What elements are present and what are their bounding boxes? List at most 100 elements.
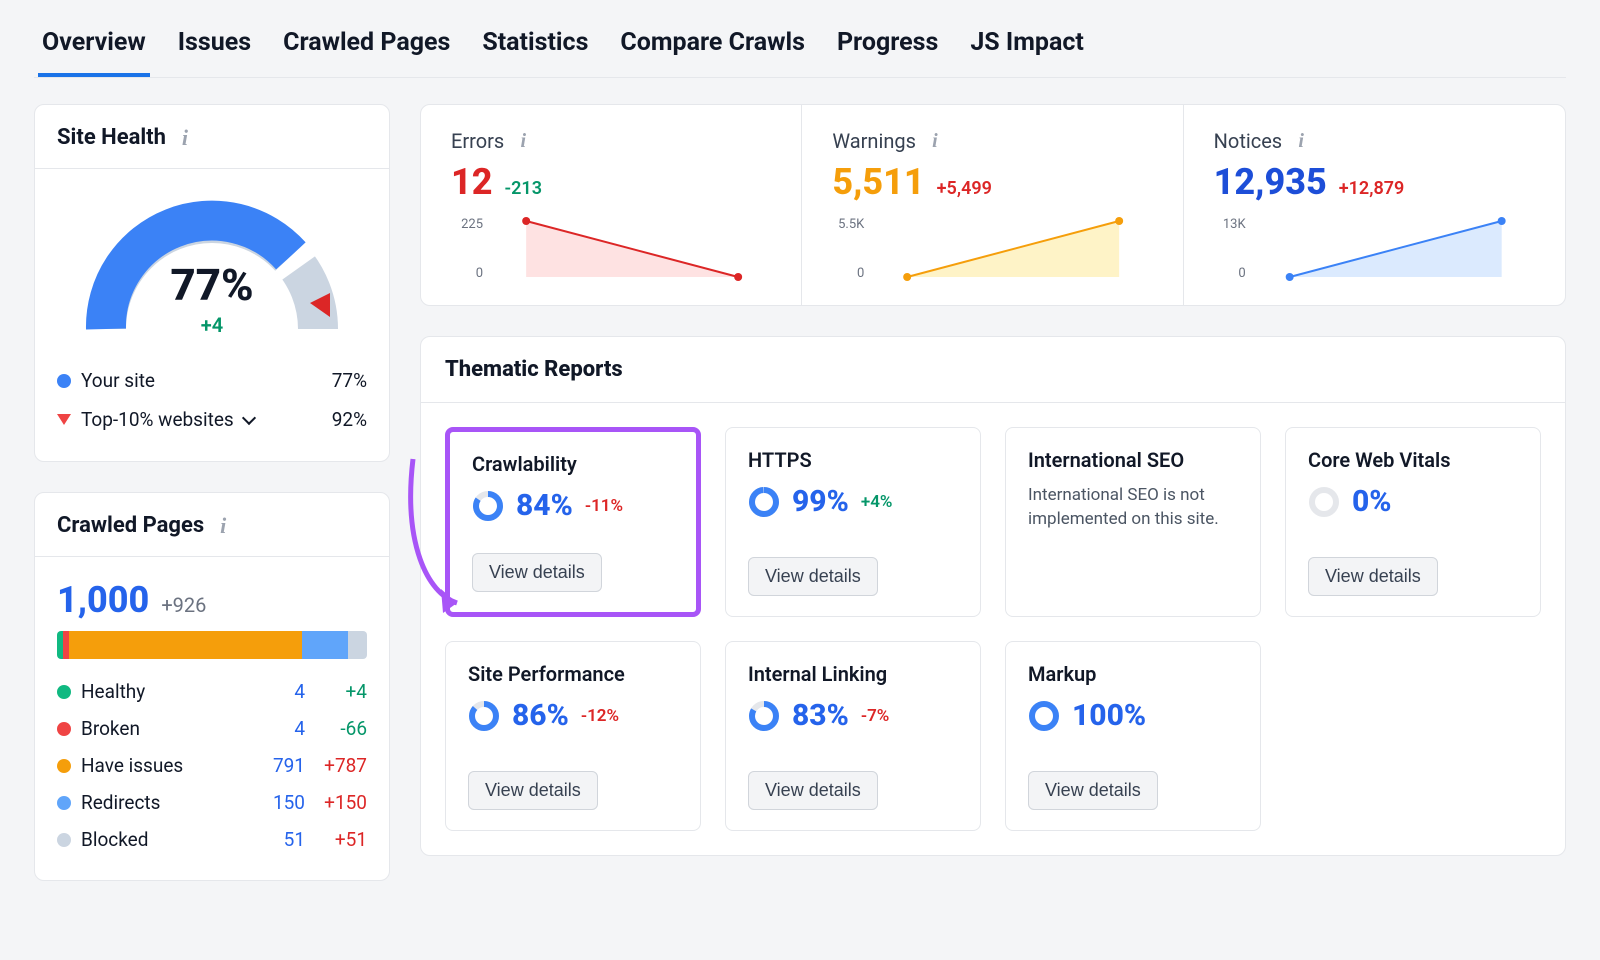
report-delta: -11% [585,496,623,516]
report-markup[interactable]: Markup 100% View details [1005,641,1261,831]
tab-bar: Overview Issues Crawled Pages Statistics… [34,0,1566,78]
summary-stats: Errorsi 12-213 2250 Warningsi 5,511+5,49… [420,104,1566,306]
notices-sparkline [1256,217,1535,281]
crawled-pages-card: Crawled Pages i 1,000 +926 Healthy 4 +4 [34,492,390,881]
warnings-stat[interactable]: Warnings i 5,511 +5,499 5.5K 0 [802,105,1183,305]
dot-icon [57,759,71,773]
report-core-web-vitals[interactable]: Core Web Vitals 0% View details [1285,427,1541,617]
cp-delta: +4 [305,680,367,703]
cp-label: Broken [81,717,140,740]
tab-issues[interactable]: Issues [174,22,255,77]
tab-overview[interactable]: Overview [38,22,150,77]
report-pct: 83% [792,698,849,733]
dot-icon [57,685,71,699]
legend-your-site-pct: 77% [332,369,367,392]
triangle-down-icon [57,414,71,425]
report-message: International SEO is not implemented on … [1028,484,1238,532]
report-pct: 0% [1352,484,1392,519]
errors-value: 12 [451,161,493,203]
view-details-button[interactable]: View details [748,557,878,596]
crawled-pages-total[interactable]: 1,000 [57,579,149,621]
view-details-button[interactable]: View details [1028,771,1158,810]
dot-icon [57,374,71,388]
tab-statistics[interactable]: Statistics [478,22,592,77]
errors-stat[interactable]: Errorsi 12-213 2250 [421,105,802,305]
cp-label: Redirects [81,791,160,814]
crawled-pages-total-delta: +926 [161,593,206,617]
report-https[interactable]: HTTPS 99% +4% View details [725,427,981,617]
y-min: 0 [1214,266,1246,281]
view-details-button[interactable]: View details [472,553,602,592]
report-title: Site Performance [468,662,678,686]
progress-ring-icon [468,700,500,732]
report-title: International SEO [1028,448,1238,472]
cp-value: 4 [247,717,305,740]
crawled-pages-bar [57,631,367,659]
info-icon[interactable]: i [176,129,194,147]
cp-delta: -66 [305,717,367,740]
tab-crawled-pages[interactable]: Crawled Pages [279,22,454,77]
cp-label: Blocked [81,828,148,851]
list-item[interactable]: Healthy 4 +4 [57,673,367,710]
info-icon[interactable]: i [926,132,944,150]
chevron-down-icon [242,411,256,425]
cp-delta: +787 [305,754,367,777]
notices-delta: +12,879 [1339,178,1405,199]
view-details-button[interactable]: View details [468,771,598,810]
dot-icon [57,796,71,810]
cp-value: 150 [247,791,305,814]
progress-ring-icon [748,700,780,732]
y-max: 5.5K [832,217,864,232]
list-item[interactable]: Blocked 51 +51 [57,821,367,858]
report-pct: 84% [516,488,573,523]
report-delta: +4% [861,492,893,512]
info-icon[interactable]: i [214,517,232,535]
cp-value: 51 [247,828,305,851]
report-internal-linking[interactable]: Internal Linking 83% -7% View details [725,641,981,831]
legend-top10-pct: 92% [332,408,367,431]
report-title: Internal Linking [748,662,958,686]
y-min: 0 [451,266,483,281]
tab-compare-crawls[interactable]: Compare Crawls [616,22,809,77]
site-health-gauge: 77% +4 [82,195,342,345]
tab-progress[interactable]: Progress [833,22,942,77]
thematic-reports-card: Thematic Reports Crawlability [420,336,1566,856]
cp-value: 4 [247,680,305,703]
warnings-delta: +5,499 [937,178,992,199]
errors-delta: -213 [505,178,542,199]
list-item[interactable]: Have issues 791 +787 [57,747,367,784]
progress-ring-icon [748,486,780,518]
warnings-value: 5,511 [832,161,924,203]
report-crawlability[interactable]: Crawlability 84% -11% View details [445,427,701,617]
legend-your-site-label: Your site [81,369,155,392]
list-item[interactable]: Broken 4 -66 [57,710,367,747]
view-details-button[interactable]: View details [1308,557,1438,596]
notices-value: 12,935 [1214,161,1327,203]
y-max: 13K [1214,217,1246,232]
list-item[interactable]: Redirects 150 +150 [57,784,367,821]
info-icon[interactable]: i [514,132,532,150]
legend-top10-text: Top-10% websites [81,408,234,431]
cp-value: 791 [247,754,305,777]
report-pct: 99% [792,484,849,519]
cp-label: Have issues [81,754,183,777]
progress-ring-icon [1028,700,1060,732]
progress-ring-icon [472,490,504,522]
tab-js-impact[interactable]: JS Impact [966,22,1087,77]
site-health-delta: +4 [82,313,342,337]
notices-stat[interactable]: Noticesi 12,935+12,879 13K0 [1184,105,1565,305]
report-delta: -12% [581,706,619,726]
site-health-card: Site Health i [34,104,390,462]
report-international-seo[interactable]: International SEO International SEO is n… [1005,427,1261,617]
info-icon[interactable]: i [1292,132,1310,150]
y-min: 0 [832,266,864,281]
warnings-label: Warnings [832,129,916,153]
report-delta: -7% [861,706,890,726]
report-title: Markup [1028,662,1238,686]
legend-top10-label[interactable]: Top-10% websites [81,408,254,431]
view-details-button[interactable]: View details [748,771,878,810]
dot-icon [57,722,71,736]
progress-ring-icon [1308,486,1340,518]
warnings-sparkline [874,217,1152,281]
report-site-performance[interactable]: Site Performance 86% -12% View details [445,641,701,831]
